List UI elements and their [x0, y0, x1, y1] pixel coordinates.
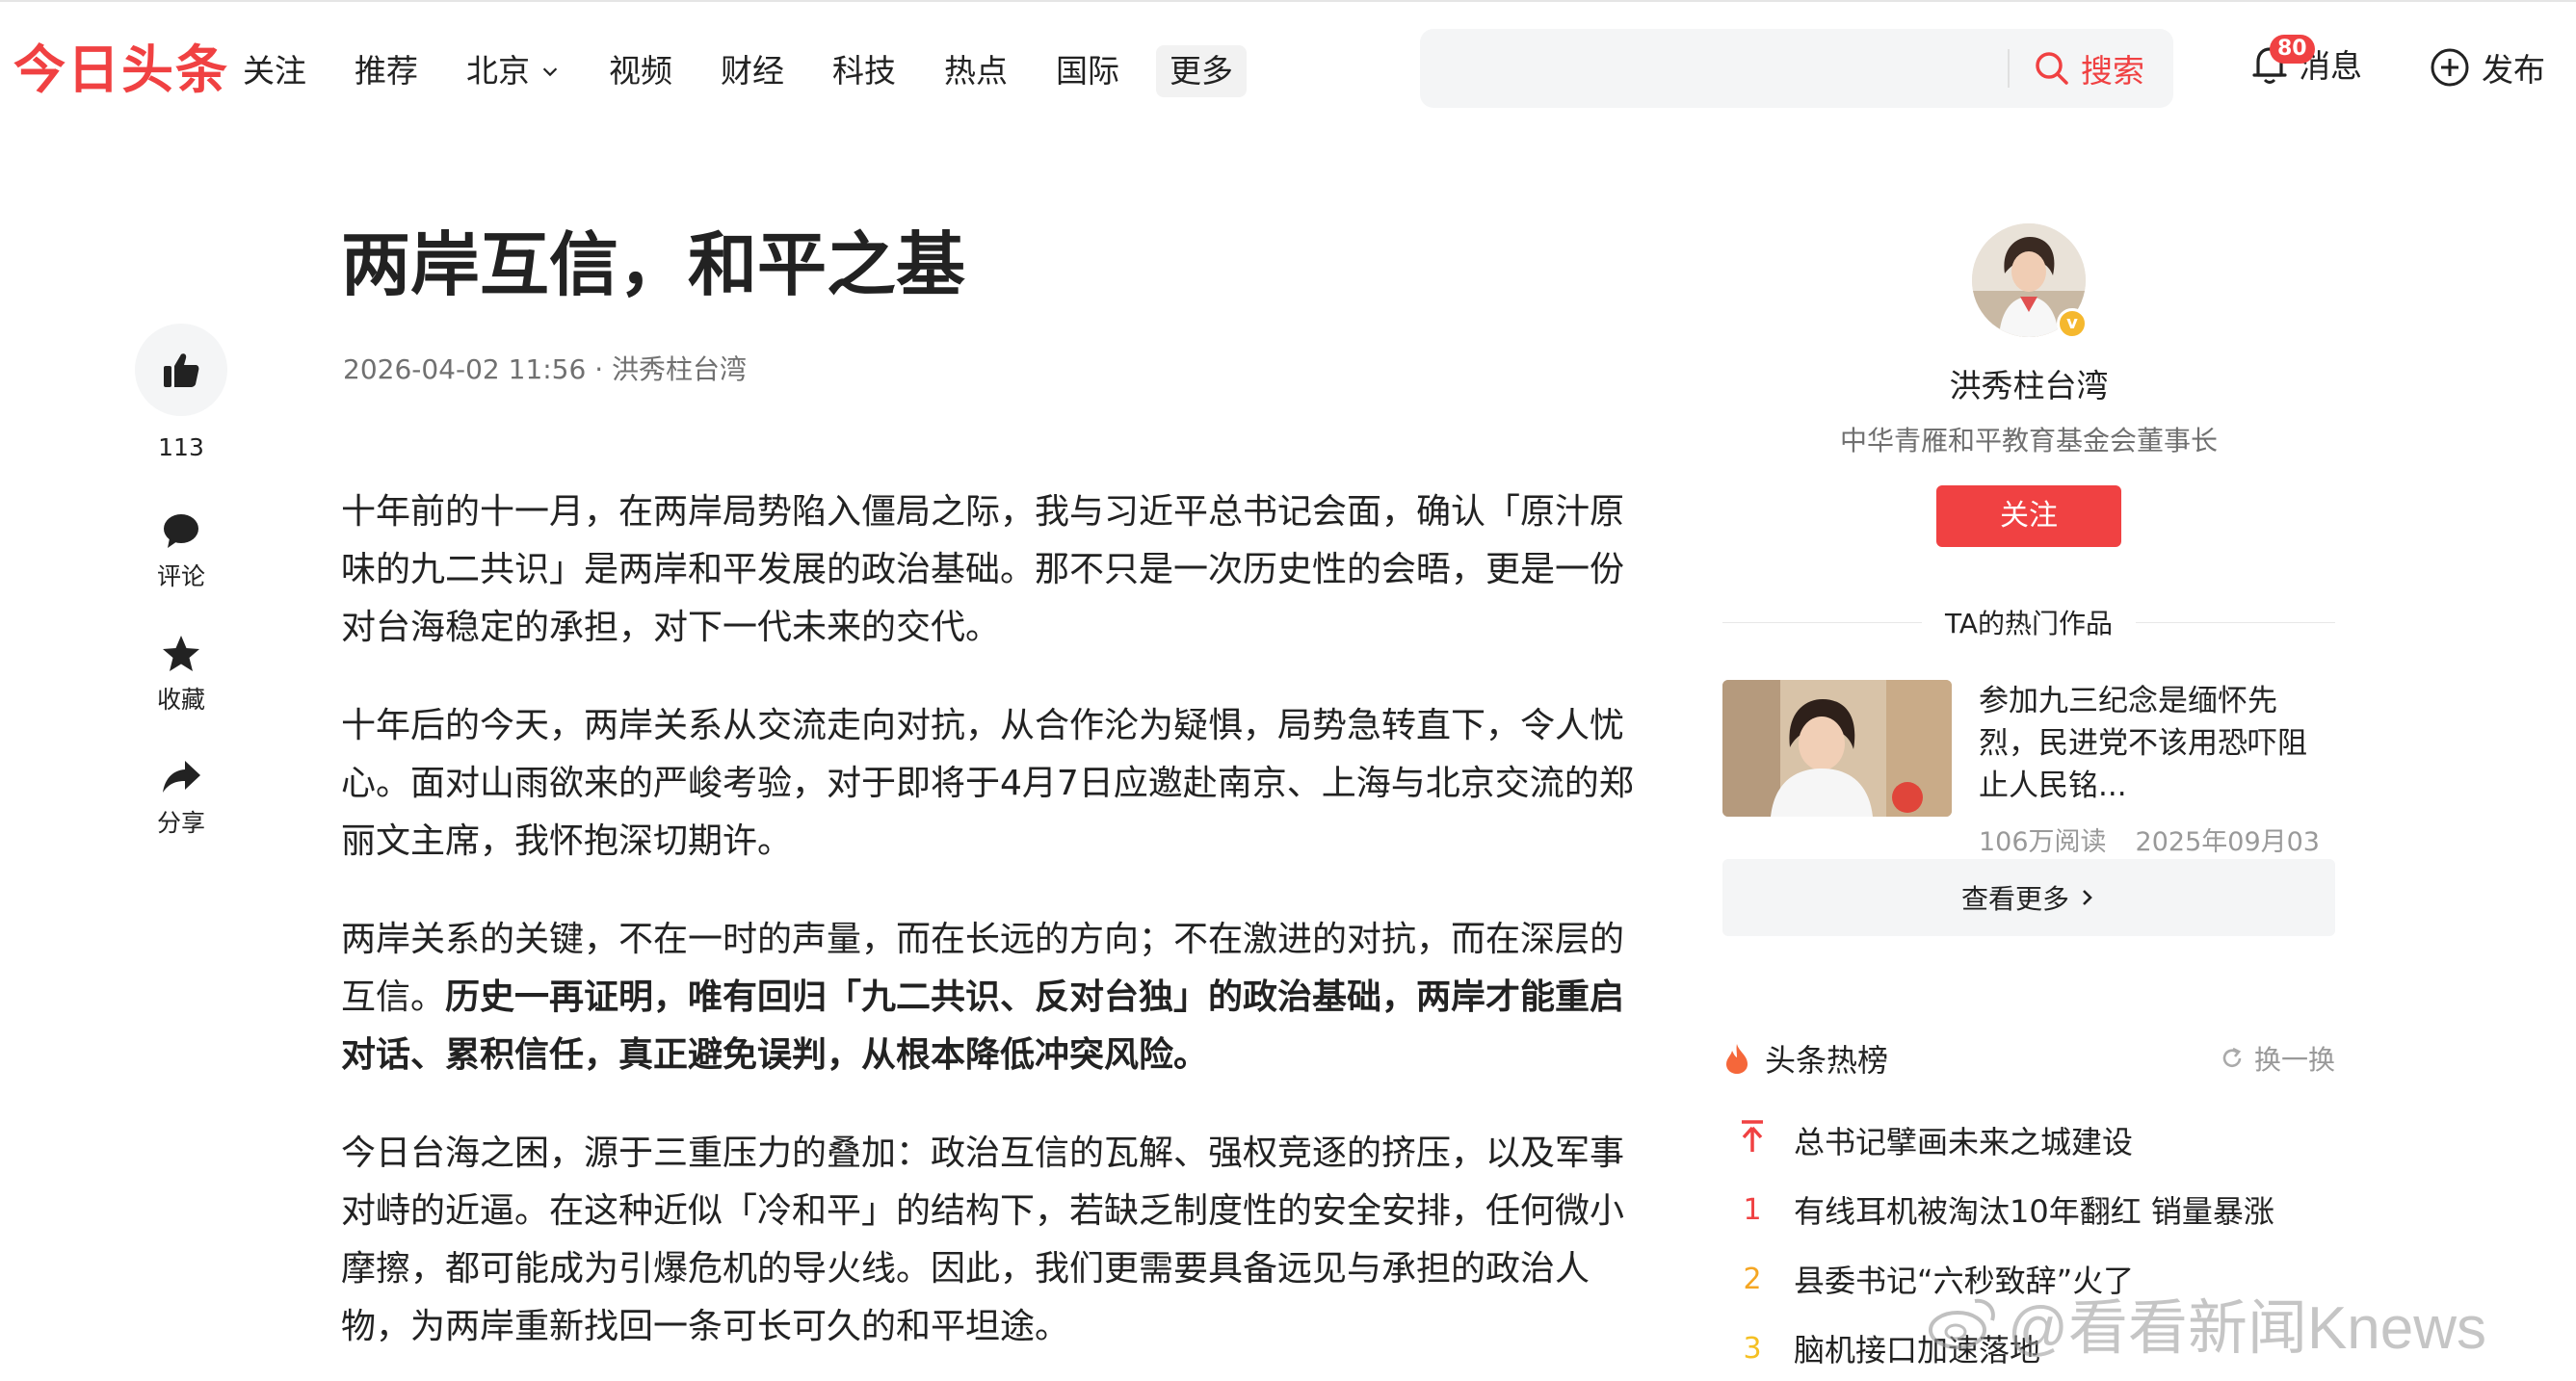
nav-item-finance[interactable]: 财经 [721, 42, 784, 100]
work-thumbnail [1722, 680, 1952, 817]
message-count-badge: 80 [2270, 35, 2315, 64]
comment-icon [163, 514, 198, 548]
refresh-button[interactable]: 换一换 [2220, 1039, 2335, 1078]
hot-board-title-wrap: 头条热榜 [1722, 1036, 1888, 1081]
work-title[interactable]: 参加九三纪念是缅怀先烈，民进党不该用恐吓阻止人民铭... [1979, 680, 2335, 807]
chevron-right-icon [2083, 890, 2092, 905]
search-icon [2036, 52, 2068, 85]
nav-item-follow[interactable]: 关注 [243, 42, 306, 100]
nav-item-international[interactable]: 国际 [1056, 42, 1119, 100]
logo[interactable]: 今日头条 [13, 37, 229, 104]
nav-item-tech[interactable]: 科技 [832, 42, 896, 100]
hot-works-title: TA的热门作品 [1944, 608, 2114, 639]
search-input[interactable] [1420, 29, 2008, 108]
share-label: 分享 [156, 809, 205, 837]
comment-label: 评论 [156, 562, 205, 590]
article-title: 两岸互信，和平之基 [341, 224, 966, 305]
refresh-icon [2222, 1047, 2242, 1067]
messages-button[interactable]: 80 消息 [2248, 35, 2362, 87]
like-count: 113 [158, 433, 204, 461]
divider-line [1722, 621, 1922, 623]
action-rail: 113 评论 收藏 分享 [133, 324, 229, 839]
page: 今日头条 关注 推荐 北京 视频 财经 科技 热点 国际 更多 搜索 80 消息… [0, 0, 2576, 1381]
author-avatar-wrap[interactable]: v [1972, 223, 2088, 339]
share-icon [162, 761, 200, 793]
top-nav: 关注 推荐 北京 视频 财经 科技 热点 国际 更多 [243, 42, 1295, 100]
author-name[interactable]: 洪秀柱台湾 [1950, 360, 2109, 406]
publish-label: 发布 [2482, 51, 2545, 89]
nav-item-more[interactable]: 更多 [1156, 45, 1247, 97]
nav-item-recommend[interactable]: 推荐 [355, 42, 418, 100]
author-description: 中华青雁和平教育基金会董事长 [1839, 425, 2218, 456]
see-more-label: 查看更多 [1960, 883, 2069, 915]
work-reads: 106万阅读 [1979, 827, 2107, 857]
favorite-label: 收藏 [156, 686, 205, 714]
star-icon [162, 636, 199, 671]
hot-board-title: 头条热榜 [1765, 1042, 1889, 1079]
thumbs-up-icon [164, 353, 199, 387]
search-button-label: 搜索 [2081, 52, 2144, 90]
see-more-button[interactable]: 查看更多 [1722, 859, 2335, 936]
bell-icon-wrap: 80 [2248, 35, 2315, 87]
article-paragraph: 今日台海之困，源于三重压力的叠加：政治互信的瓦解、强权竞逐的挤压，以及军事对峙的… [341, 1133, 1625, 1346]
hot-rank: 3 [1743, 1331, 1762, 1366]
hot-board-list: 总书记擘画未来之城建设 1 有线耳机被淘汰10年翻红 销量暴涨 2 县委书记“六… [1722, 1106, 2335, 1381]
hot-list-item[interactable]: 总书记擘画未来之城建设 [1722, 1106, 2335, 1175]
hot-list-item[interactable]: 2 县委书记“六秒致辞”火了 [1722, 1244, 2335, 1314]
nav-item-beijing[interactable]: 北京 [466, 42, 561, 100]
article-paragraph: 两岸关系的关键，不在一时的声量，而在长远的方向；不在激进的对抗，而在深层的互信。… [341, 911, 1651, 1084]
author-card: v 洪秀柱台湾 中华青雁和平教育基金会董事长 关注 [1722, 223, 2335, 547]
article-paragraph: 十年后的今天，两岸关系从交流走向对抗，从合作沦为疑惧，局势急转直下，令人忧心。面… [341, 706, 1634, 861]
hot-list-text: 总书记擘画未来之城建设 [1794, 1124, 2134, 1160]
article-body: 十年前的十一月，在两岸局势陷入僵局之际，我与习近平总书记会面，确认「原汁原味的九… [341, 483, 1651, 1381]
publish-button[interactable]: 发布 [2430, 44, 2545, 91]
hot-rank [1722, 1119, 1782, 1161]
hot-rank: 1 [1743, 1192, 1762, 1227]
hot-board-header: 头条热榜 换一换 [1722, 1036, 2335, 1081]
top-border [0, 0, 2576, 6]
chevron-down-icon [542, 67, 558, 77]
favorite-button[interactable]: 收藏 [157, 633, 205, 716]
flame-icon [1726, 1044, 1748, 1074]
plus-circle-icon [2431, 48, 2469, 87]
search-box: 搜索 [1420, 29, 2173, 108]
hot-list-item[interactable]: 1 有线耳机被淘汰10年翻红 销量暴涨 [1722, 1175, 2335, 1244]
pin-top-icon [1742, 1120, 1763, 1152]
share-button[interactable]: 分享 [157, 756, 205, 839]
article-meta: 2026-04-02 11:56 · 洪秀柱台湾 [343, 353, 748, 385]
search-divider [2008, 49, 2010, 88]
hot-list-text: 脑机接口加速落地 [1794, 1332, 2041, 1368]
comment-button[interactable]: 评论 [157, 509, 205, 592]
article-paragraph: 十年前的十一月，在两岸局势陷入僵局之际，我与习近平总书记会面，确认「原汁原味的九… [341, 492, 1625, 647]
search-button[interactable]: 搜索 [2033, 45, 2144, 91]
work-thumbnail-image [1722, 680, 1952, 817]
hot-rank: 2 [1743, 1262, 1762, 1296]
nav-item-hot[interactable]: 热点 [944, 42, 1008, 100]
divider-line [2136, 621, 2335, 623]
hot-list-text: 县委书记“六秒致辞”火了 [1794, 1263, 2135, 1299]
follow-button[interactable]: 关注 [1936, 485, 2121, 547]
nav-item-video[interactable]: 视频 [609, 42, 672, 100]
nav-item-beijing-label: 北京 [466, 52, 530, 90]
like-button[interactable] [135, 324, 227, 416]
paragraph-bold-text: 历史一再证明，唯有回归「九二共识、反对台独」的政治基础，两岸才能重启对话、累积信… [341, 977, 1625, 1075]
refresh-label: 换一换 [2253, 1044, 2335, 1076]
hot-list-item[interactable]: 3 脑机接口加速落地 [1722, 1314, 2335, 1381]
hot-works-header: TA的热门作品 [1722, 603, 2335, 641]
hot-list-text: 有线耳机被淘汰10年翻红 销量暴涨 [1794, 1193, 2274, 1230]
verified-badge-icon: v [2057, 308, 2088, 339]
